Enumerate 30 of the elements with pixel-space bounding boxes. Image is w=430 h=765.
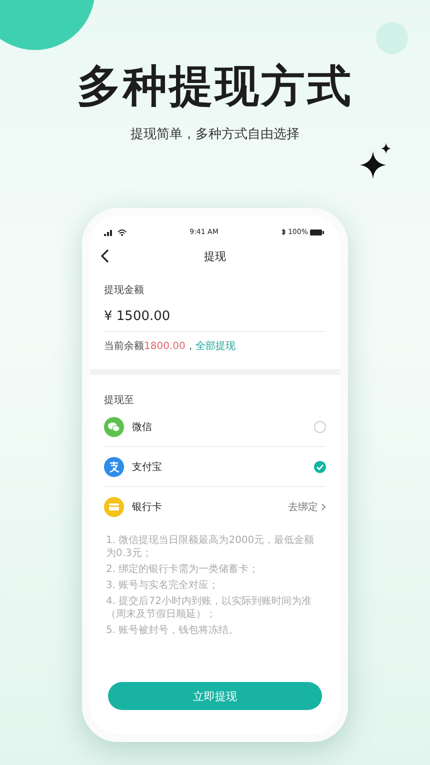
page-title: 提现 xyxy=(204,250,226,262)
radio-button[interactable] xyxy=(314,420,326,432)
amount-field[interactable]: ¥ 1500.00 xyxy=(104,309,326,332)
payment-method-name: 银行卡 xyxy=(132,500,163,514)
payment-method-name: 支付宝 xyxy=(132,460,163,474)
bluetooth-icon xyxy=(280,228,286,236)
rule-note: 4. 提交后72小时内到账，以实际到账时间为准（周末及节假日顺延）； xyxy=(106,595,312,621)
radio-button[interactable] xyxy=(314,460,326,472)
back-icon[interactable] xyxy=(100,249,110,263)
withdraw-all-link[interactable]: 全部提现 xyxy=(195,341,236,352)
rule-note: 5. 账号被封号，钱包将冻结。 xyxy=(106,624,240,637)
balance-text: 当前余额1800.00，全部提现 xyxy=(104,340,236,353)
payment-logo-icon xyxy=(104,456,124,476)
amount-label: 提现金额 xyxy=(104,284,145,297)
signal-icon xyxy=(104,228,114,236)
chevron-right-icon xyxy=(321,502,326,510)
withdraw-button[interactable]: 立即提现 xyxy=(108,682,322,710)
chat-bubbles-icon xyxy=(104,416,124,436)
rule-note: 2. 绑定的银行卡需为一类储蓄卡； xyxy=(106,563,260,576)
headline: 多种提现方式 xyxy=(77,60,353,114)
battery-icon xyxy=(310,228,324,236)
payment-method-name: 微信 xyxy=(132,420,153,434)
bind-link[interactable]: 去绑定 xyxy=(288,500,326,514)
subheadline: 提现简单，多种方式自由选择 xyxy=(130,126,300,144)
rule-note: 1. 微信提现当日限额最高为2000元，最低金额为0.3元； xyxy=(106,534,316,560)
decorative-circle xyxy=(376,22,408,54)
card-icon xyxy=(104,496,124,516)
wifi-icon xyxy=(117,228,127,236)
section-label: 提现至 xyxy=(104,394,135,407)
rule-note: 3. 账号与实名完全对应； xyxy=(106,579,220,592)
